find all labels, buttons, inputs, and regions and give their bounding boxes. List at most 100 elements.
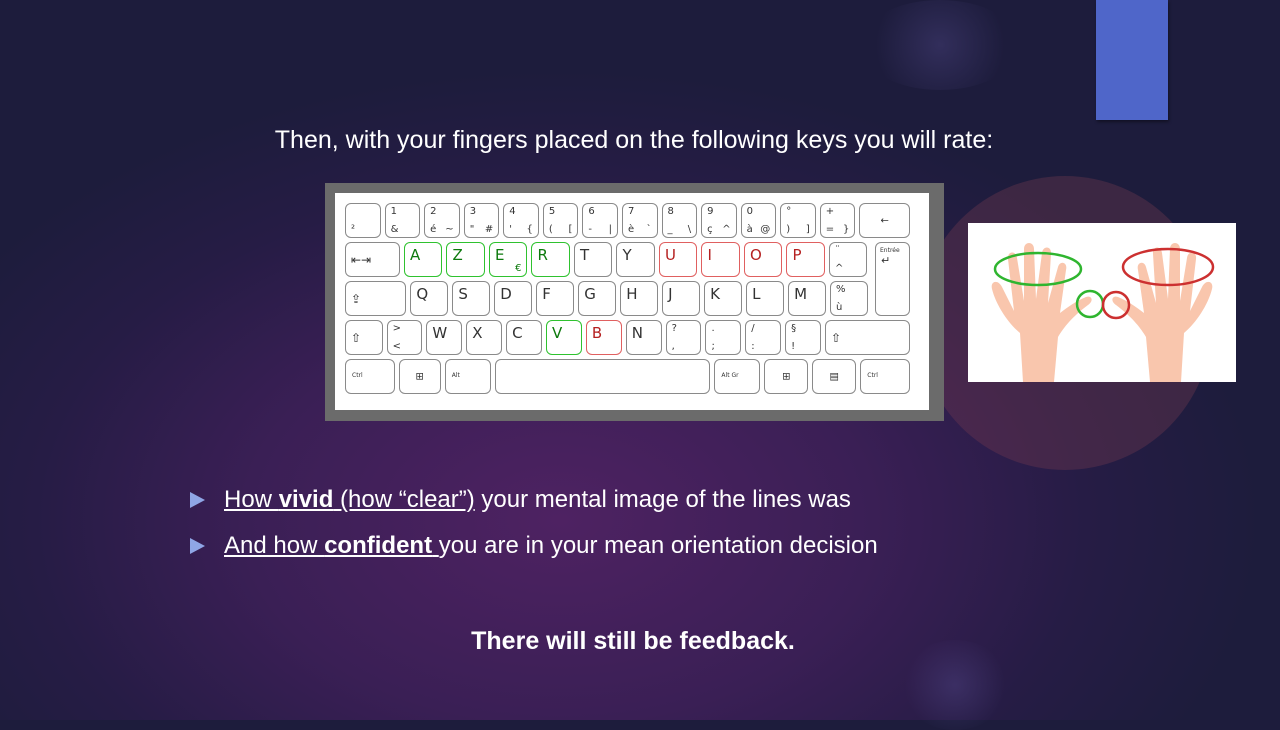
key-y: Y [616,242,655,277]
key-shift-right: ⇧ [825,320,910,355]
key-label: > [392,323,401,334]
key-label: " [469,224,475,235]
key-label: Q [416,285,429,303]
key-label: B [591,324,603,342]
menu-icon: ▤ [829,371,840,382]
key-label: & [390,224,399,235]
key-i: I [701,242,740,277]
key-alt: Alt [444,359,491,394]
left-fingers-ring [993,251,1083,287]
bullet-text: (how “clear”) [333,486,475,513]
bullet-vividness: How vivid (how “clear”) your mental imag… [190,486,851,514]
key-label: M [794,285,808,303]
background-glow [860,0,1020,90]
key-x: X [466,320,503,355]
backspace-icon: ← [880,215,889,226]
key-label: N [631,324,643,342]
windows-icon: ⊞ [415,371,424,382]
bullet-text: you are in your mean orientation decisio… [438,532,878,559]
key-label: Alt [451,372,460,379]
key-/: /: [745,320,782,355]
key-label: A [409,246,421,264]
key-w: W [426,320,463,355]
key-caps-lock: ⇪ [345,281,407,316]
key-label: ' [509,224,512,235]
key-label: ¨ [834,245,840,256]
key-s: S [452,281,491,316]
key-7: 7 è ` [621,203,658,238]
key-3: 3 " # [463,203,500,238]
key-label: K [710,285,720,303]
caps-lock-icon: ⇪ [351,291,362,306]
key-label: @ [760,224,771,235]
key-ctrl: Ctrl [345,359,395,394]
key-label: H [626,285,638,303]
key-label: P [792,246,802,264]
key-label: ù [836,302,843,313]
key-v: V [546,320,582,355]
key-label: ~ [445,224,454,235]
key-?: ?, [665,320,702,355]
keyboard-row: Ctrl ⊞ Alt Alt Gr ⊞ ▤ Ctrl [345,359,910,394]
key-alt-gr: Alt Gr [714,359,761,394]
key-label: 0 [746,206,753,217]
key-label: V [552,324,563,342]
bullet-bold: confident [324,532,433,559]
key-°: °)] [780,203,816,238]
key-f: F [536,281,575,316]
key-¨: ¨ ^ [828,242,868,277]
key-label: = [825,224,835,235]
azerty-keyboard: ² 1 & 2 é ~3 " #4 '{5([6- | 7 è ` 8 _ \ 9 ç ^ 0 à @ °)] + =} ← ⇤⇥ A… [335,193,929,410]
bullet-bold: vivid [278,486,334,513]
key-label: 7 [627,206,635,217]
accent-rectangle [1096,0,1168,120]
key-label: _ [667,224,673,235]
key-label: ; [711,341,715,352]
slide-title: Then, with your fingers placed on the fo… [274,126,994,154]
key-label: < [392,341,401,352]
key-label: S [458,285,468,303]
key-label: } [842,224,850,235]
key-tab: ⇤⇥ [345,242,400,277]
key-label: ! [791,341,796,352]
key-label: { [526,224,533,235]
key-label: ^ [834,263,844,274]
key-label: Z [452,246,463,264]
key-label: § [791,323,797,334]
key-label: è [627,224,635,235]
key-enter: Entrée ↵ [875,242,910,316]
key-label: Alt Gr [721,372,739,379]
key-e: E € [488,242,528,277]
key-label: F [542,285,551,303]
key-9: 9 ç ^ [701,203,737,238]
key-label: ? [671,323,677,334]
key-label: Ctrl [352,372,363,379]
key-u: U [658,242,698,277]
key-label: é [430,224,437,235]
key-4: 4 ' { [503,203,539,238]
key-label: [ [568,224,573,235]
key-ctrl: Ctrl [860,359,910,394]
windows-icon: ⊞ [782,371,791,382]
right-fingers-ring [1121,247,1215,287]
key-z: Z [446,242,485,277]
key-5: 5 ([ [542,203,579,238]
key-label: : [751,341,755,352]
key-label: Ctrl [867,372,878,379]
key-b: B [585,320,622,355]
key-label: ² [351,224,356,235]
key-label: U [664,246,676,264]
key-l: L [746,281,785,316]
bullet-text: your mental image of the lines was [474,486,851,513]
key-d: D [494,281,533,316]
key-q: Q [410,281,449,316]
key-label: X [472,324,483,342]
key-label: | [608,224,612,235]
key-m: M [788,281,827,316]
key-label: ^ [722,224,731,235]
key-label: J [668,285,673,303]
key-6: 6 - | [582,203,618,238]
key-label: I [707,246,712,264]
key-windows: ⊞ [398,359,441,394]
key-label: D [500,285,512,303]
